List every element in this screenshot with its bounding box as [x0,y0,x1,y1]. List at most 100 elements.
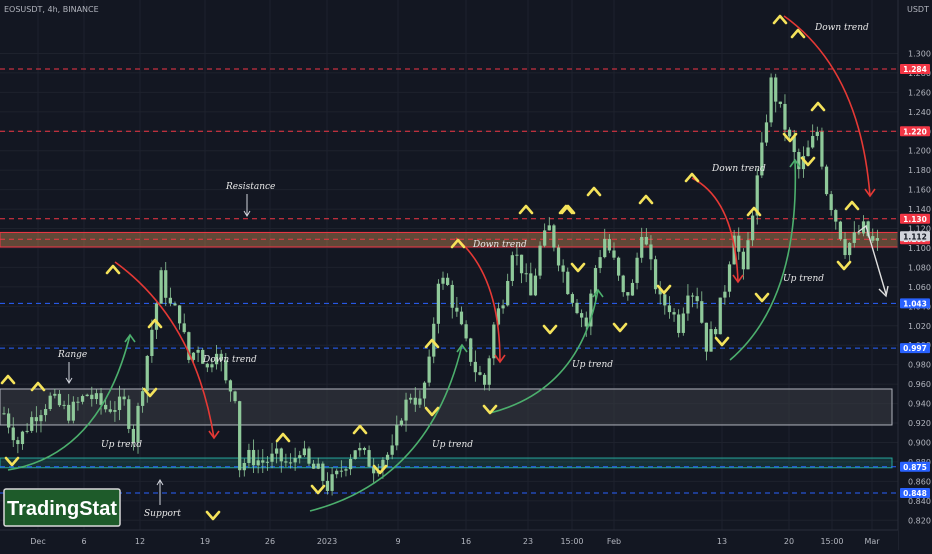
candle-body [649,244,653,260]
candle-body [566,271,570,295]
candle-body [824,166,829,195]
y-tick-label: 0.980 [908,361,931,370]
candle-body [164,270,168,298]
candle-body [104,404,108,410]
y-tick-label: 1.200 [908,147,931,156]
chart-root[interactable]: Resistance Range Down trend Up trend Support… [0,0,932,550]
candle-body [811,135,815,148]
candle-body [778,101,782,104]
candle-body [875,238,879,241]
x-tick-label: 13 [717,537,727,546]
candle-body [348,458,353,470]
candle-body [113,410,117,412]
candle-body [62,404,66,406]
candle-body [145,355,149,392]
candle-body [367,450,371,467]
candle-body [43,409,48,416]
candle-body [672,312,676,315]
candle-body [787,129,792,137]
candle-body [57,393,62,406]
candle-body [335,470,339,475]
candle-body [233,391,237,402]
candle-body [723,291,727,298]
candle-body [85,394,89,397]
candle-body [251,449,256,466]
x-tick-label: 19 [200,537,210,546]
x-tick-label: 16 [461,537,471,546]
candle-body [127,399,131,429]
x-tick-label: Feb [607,537,621,546]
x-tick-label: 15:00 [560,537,583,546]
candle-body [302,448,306,456]
annotation-label: Range [57,350,87,360]
candle-body [90,394,94,400]
candle-body [159,270,163,304]
candle-body [455,307,459,312]
level-tag-0.997: 0.997 [903,344,927,353]
candle-body [750,215,755,241]
annotation-label: Down trend [472,240,527,250]
annotation-label: Down trend [711,164,766,174]
price-axis[interactable]: 1.3001.2801.2601.2401.2201.2001.1801.160… [897,0,932,550]
annotation-label: Up trend [783,274,824,284]
annotation-label: Up trend [432,440,473,450]
candle-body [519,254,524,274]
candle-body [630,282,635,296]
candle-body [117,396,122,411]
y-tick-label: 1.180 [908,166,931,175]
candle-body [834,210,838,222]
candle-body [288,462,293,464]
candle-body [667,305,672,313]
current-price-tag: 1.112 [903,232,927,241]
candle-body [473,361,477,373]
level-tag-1.130: 1.130 [903,215,927,224]
x-tick-label: Mar [864,537,880,546]
candle-body [857,232,861,234]
candle-body [182,323,186,333]
x-tick-label: 6 [81,537,86,546]
price-chart[interactable]: Resistance Range Down trend Up trend Support… [0,0,932,550]
candle-body [413,397,417,405]
candle-body [727,264,732,292]
candle-body [34,417,38,422]
candle-body [580,313,584,318]
candle-body [450,284,454,308]
y-tick-label: 1.300 [908,49,931,58]
candle-body [150,329,154,356]
y-tick-label: 1.260 [908,88,931,97]
candle-body [71,401,75,421]
candle-body [358,447,362,451]
annotation-label: Up trend [101,440,142,450]
candle-body [441,277,445,284]
y-tick-label: 0.820 [908,516,931,525]
candle-body [686,295,690,314]
candle-body [321,463,325,481]
candle-body [284,461,288,463]
candle-body [704,322,709,352]
candle-body [612,250,616,258]
time-axis[interactable]: Dec 6 12 19 26 2023 9 16 23 15:00 Feb 13 20 15:00 Mar [0,529,898,550]
candle-body [570,294,575,303]
candle-body [783,103,787,130]
candle-body [464,324,468,339]
y-tick-label: 1.160 [908,186,931,195]
candle-body [418,398,422,405]
candle-body [709,329,713,352]
candle-body [838,221,843,240]
level-tag-1.220: 1.220 [903,127,927,136]
symbol-label: EOSUSDT, 4h, BINANCE [4,5,99,14]
candle-body [543,230,547,246]
level-tag-1.043: 1.043 [903,299,927,308]
candle-body [16,440,20,445]
level-tag-0.848: 0.848 [903,489,927,498]
candle-body [635,257,639,283]
candle-body [261,460,265,463]
candle-body [820,131,824,167]
y-tick-label: 0.960 [908,380,931,389]
candle-body [20,431,25,445]
candle-body [626,292,630,296]
x-tick-label: 26 [265,537,275,546]
candle-body [154,303,159,330]
candle-body [270,453,274,462]
candle-body [436,283,440,324]
